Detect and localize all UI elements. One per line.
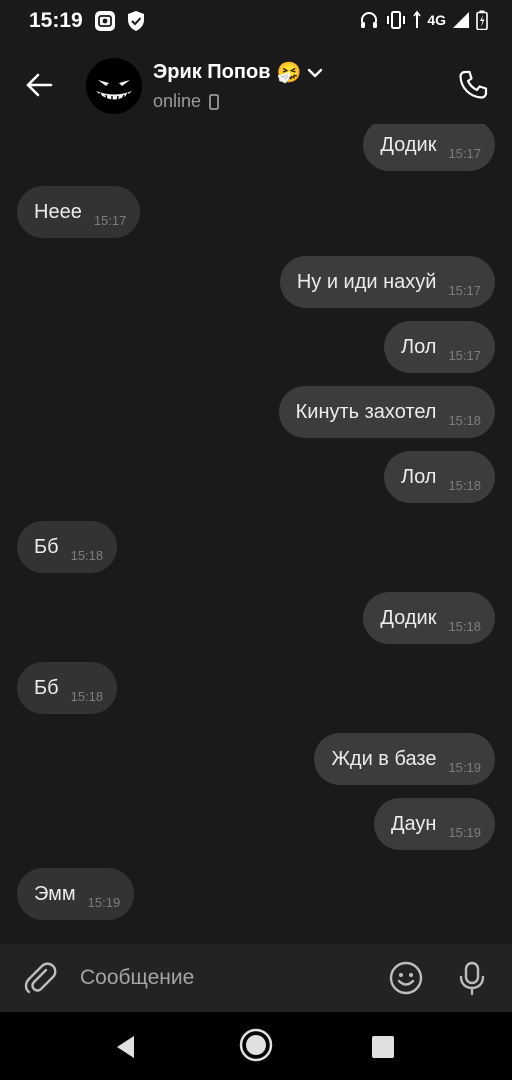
message-text: Додик [380, 606, 437, 629]
message-timestamp: 15:18 [448, 618, 481, 634]
status-bar: 15:19 4G [0, 0, 512, 44]
message-text: Бб [34, 535, 59, 558]
chat-screen: 15:19 4G Эрик Попов 🤧 online Додик 15:17… [0, 0, 512, 1080]
message-timestamp: 15:19 [448, 824, 481, 840]
phone-icon [459, 70, 488, 99]
message-timestamp: 15:18 [448, 412, 481, 428]
message-text: Даун [390, 812, 437, 835]
back-button[interactable] [18, 64, 60, 106]
avatar-grin-face-image [86, 58, 142, 114]
microphone-icon [459, 961, 485, 996]
status-system-icons: 4G [359, 10, 488, 30]
message-text: Бб [34, 676, 59, 699]
contact-name-row[interactable]: Эрик Попов 🤧 [153, 60, 323, 85]
contact-status-row: online [153, 91, 219, 112]
message-text: Лол [400, 465, 437, 488]
outgoing-message-bubble[interactable]: Лол 15:17 [383, 321, 495, 373]
emoji-button[interactable] [386, 958, 426, 998]
contact-status: online [153, 91, 202, 111]
message-timestamp: 15:19 [448, 759, 481, 775]
message-timestamp: 15:18 [448, 477, 481, 493]
message-timestamp: 15:17 [448, 282, 481, 298]
outgoing-message-bubble[interactable]: Додик 15:17 [363, 124, 495, 171]
message-timestamp: 15:18 [70, 688, 104, 704]
status-time: 15:19 [29, 9, 83, 32]
message-timestamp: 15:17 [448, 145, 481, 161]
outgoing-message-bubble[interactable]: Даун 15:19 [373, 798, 495, 850]
signal-icon [453, 12, 469, 28]
nav-home-icon[interactable] [238, 1027, 274, 1063]
message-timestamp: 15:17 [448, 347, 481, 363]
wifi-calling-icon [413, 10, 421, 28]
paperclip-icon [24, 962, 57, 994]
battery-icon [476, 10, 488, 30]
network-type-label: 4G [427, 12, 446, 28]
vibrate-icon [387, 11, 406, 29]
outgoing-message-bubble[interactable]: Жди в базе 15:19 [314, 733, 495, 785]
outgoing-message-bubble[interactable]: Додик 15:18 [363, 592, 495, 644]
contact-avatar[interactable] [86, 58, 142, 114]
screenshot-app-icon [95, 11, 115, 31]
status-notification-icons [94, 10, 146, 32]
mobile-device-icon [209, 93, 219, 110]
outgoing-message-bubble[interactable]: Кинуть захотел 15:18 [278, 386, 495, 438]
headphones-icon [361, 12, 378, 28]
message-text: Эмм [34, 882, 76, 905]
message-timestamp: 15:18 [70, 547, 104, 563]
nav-back-icon[interactable] [112, 1032, 142, 1062]
outgoing-message-bubble[interactable]: Лол 15:18 [383, 451, 495, 503]
incoming-message-bubble[interactable]: Неее 15:17 [17, 186, 141, 238]
message-timestamp: 15:17 [93, 212, 127, 228]
voice-message-button[interactable] [452, 958, 492, 998]
message-timestamp: 15:19 [87, 894, 121, 910]
incoming-message-bubble[interactable]: Бб 15:18 [17, 521, 118, 573]
message-text: Кинуть захотел [295, 400, 437, 423]
incoming-message-bubble[interactable]: Эмм 15:19 [17, 868, 135, 920]
message-list[interactable]: Додик 15:17 Неее 15:17 Ну и иди нахуй 15:17 Ло… [0, 124, 512, 944]
contact-emoji: 🤧 [276, 62, 302, 84]
system-navigation-bar [0, 1012, 512, 1080]
incoming-message-bubble[interactable]: Бб 15:18 [17, 662, 118, 714]
shield-icon [128, 11, 144, 31]
outgoing-message-bubble[interactable]: Ну и иди нахуй 15:17 [279, 256, 495, 308]
message-composer [0, 944, 512, 1012]
message-text: Жди в базе [331, 747, 437, 770]
chevron-down-icon [308, 68, 323, 77]
contact-name: Эрик Попов [153, 61, 271, 83]
smiley-icon [389, 961, 423, 995]
arrow-left-icon [26, 73, 53, 97]
nav-recents-icon[interactable] [370, 1034, 396, 1060]
attach-button[interactable] [20, 958, 60, 998]
call-button[interactable] [452, 64, 494, 106]
chat-header: Эрик Попов 🤧 online [0, 44, 512, 126]
message-input[interactable] [80, 958, 370, 998]
message-text: Ну и иди нахуй [296, 270, 437, 293]
message-text: Лол [400, 335, 437, 358]
message-text: Додик [380, 133, 437, 156]
message-text: Неее [34, 200, 82, 223]
